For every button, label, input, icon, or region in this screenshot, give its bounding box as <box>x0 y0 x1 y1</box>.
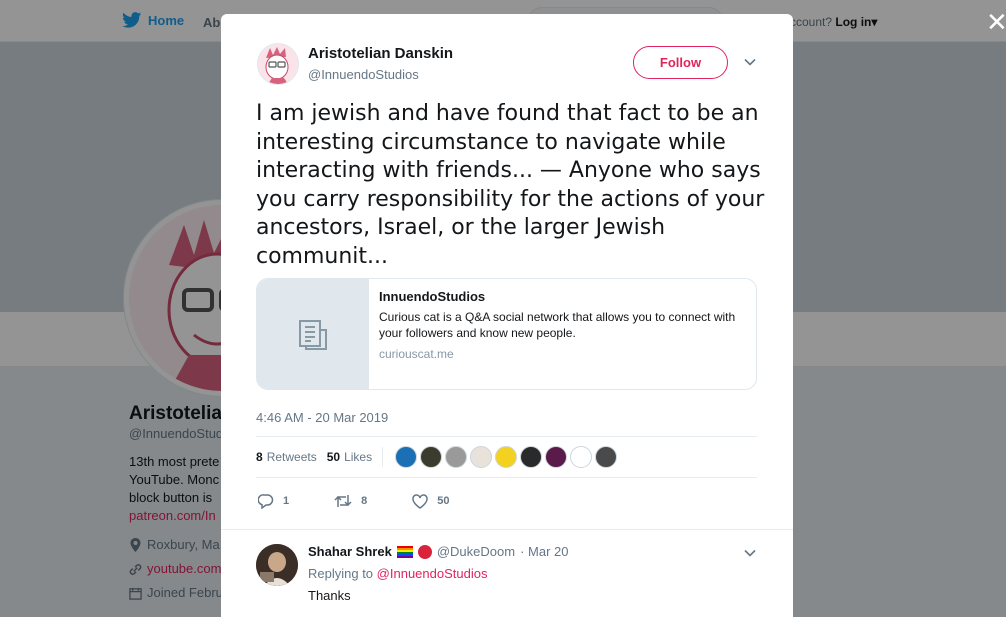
replying-to-handle[interactable]: @InnuendoStudios <box>377 566 488 581</box>
liker-avatar[interactable] <box>445 446 468 468</box>
chevron-down-icon[interactable] <box>743 546 757 560</box>
close-icon[interactable]: ✕ <box>986 9 1006 35</box>
retweet-icon <box>334 495 352 507</box>
avatar-photo <box>256 544 298 586</box>
reply-text: Thanks <box>308 588 351 603</box>
retweets-stat[interactable]: 8 Retweets <box>256 450 317 464</box>
reply-count: 1 <box>283 495 290 507</box>
reply-action[interactable]: 1 <box>258 493 289 509</box>
card-title: InnuendoStudios <box>379 289 486 304</box>
liker-avatar[interactable] <box>420 446 443 468</box>
document-icon <box>299 320 327 350</box>
likes-count: 50 <box>326 450 341 464</box>
like-count: 50 <box>437 495 450 507</box>
like-action[interactable]: 50 <box>412 493 450 509</box>
retweets-count: 8 <box>256 450 263 464</box>
liker-avatar[interactable] <box>595 446 618 468</box>
liker-avatar[interactable] <box>495 446 518 468</box>
retweets-label: Retweets <box>266 450 317 464</box>
ladybug-icon <box>417 544 432 559</box>
author-handle[interactable]: @InnuendoStudios <box>308 67 419 82</box>
avatar-illustration <box>265 47 289 84</box>
liker-avatars <box>395 446 618 468</box>
tweet-modal: Aristotelian Danskin @InnuendoStudios Fo… <box>221 14 793 617</box>
chevron-down-icon[interactable] <box>743 55 757 69</box>
liker-avatar[interactable] <box>520 446 543 468</box>
liker-avatar[interactable] <box>395 446 418 468</box>
likes-stat[interactable]: 50 Likes <box>327 450 372 464</box>
rainbow-flag-icon <box>396 545 413 558</box>
heart-icon <box>412 493 429 509</box>
link-card[interactable]: InnuendoStudios Curious cat is a Q&A soc… <box>256 278 757 390</box>
follow-button[interactable]: Follow <box>633 46 728 79</box>
tweet-text: I am jewish and have found that fact to … <box>256 101 765 269</box>
author-name[interactable]: Aristotelian Danskin <box>308 45 453 62</box>
reply-header: Shahar Shrek @DukeDoom · Mar 20 <box>308 544 568 559</box>
tweet-stats: 8 Retweets 50 Likes <box>256 436 757 478</box>
reply-tweet[interactable]: Shahar Shrek @DukeDoom · Mar 20 Replying… <box>221 529 793 617</box>
replying-to: Replying to @InnuendoStudios <box>308 566 487 581</box>
tweet-actions: 1 8 50 <box>258 490 495 512</box>
stats-divider <box>382 447 384 467</box>
card-domain: curiouscat.me <box>379 347 454 361</box>
reply-date[interactable]: · Mar 20 <box>520 544 568 559</box>
likes-label: Likes <box>344 450 373 464</box>
tweet-header: Aristotelian Danskin @InnuendoStudios Fo… <box>257 43 761 87</box>
tweet-timestamp[interactable]: 4:46 AM - 20 Mar 2019 <box>256 410 388 425</box>
retweet-action[interactable]: 8 <box>334 493 367 509</box>
reply-icon <box>258 494 274 509</box>
liker-avatar[interactable] <box>470 446 493 468</box>
card-description: Curious cat is a Q&A social network that… <box>379 310 736 340</box>
retweet-count: 8 <box>361 495 368 507</box>
reply-author-name[interactable]: Shahar Shrek <box>308 544 392 559</box>
author-avatar[interactable] <box>257 43 299 85</box>
reply-author-avatar[interactable] <box>256 544 298 586</box>
liker-avatar[interactable] <box>570 446 593 468</box>
card-body: InnuendoStudios Curious cat is a Q&A soc… <box>379 289 751 362</box>
reply-author-handle[interactable]: @DukeDoom <box>437 544 515 559</box>
liker-avatar[interactable] <box>545 446 568 468</box>
replying-prefix: Replying to <box>308 566 374 581</box>
card-thumbnail <box>257 279 369 389</box>
